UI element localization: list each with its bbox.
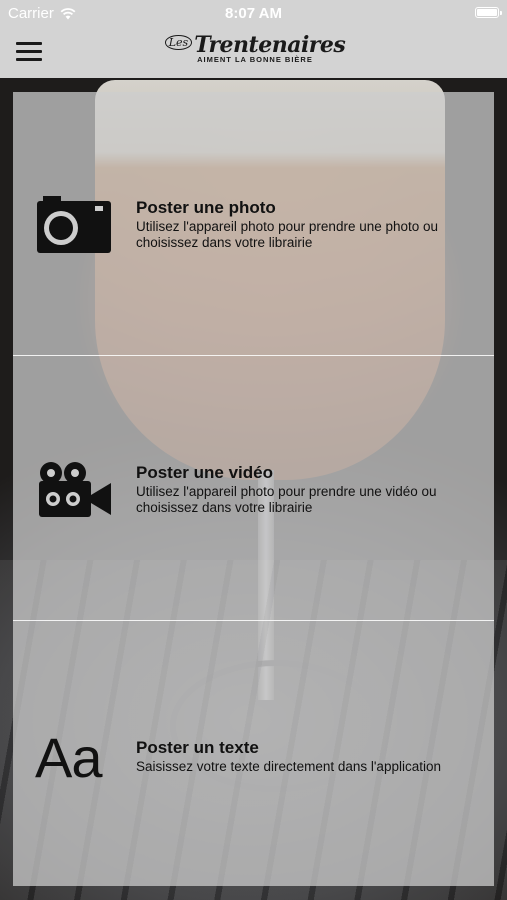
post-video-text: Poster une vidéo Utilisez l'appareil pho… — [136, 463, 486, 516]
post-text-text: Poster un texte Saisissez votre texte di… — [136, 738, 486, 775]
menu-line — [16, 42, 42, 45]
post-video-description: Utilisez l'appareil photo pour prendre u… — [136, 484, 437, 515]
post-photo-description: Utilisez l'appareil photo pour prendre u… — [136, 219, 439, 250]
video-camera-icon — [39, 462, 111, 517]
menu-line — [16, 50, 42, 53]
post-text-option[interactable]: Aa Poster un texte Saisissez votre texte… — [13, 621, 494, 886]
post-video-option[interactable]: Poster une vidéo Utilisez l'appareil pho… — [13, 356, 494, 620]
post-text-title: Poster un texte — [136, 738, 259, 757]
battery-icon — [475, 7, 502, 18]
battery-fill — [477, 9, 497, 16]
camera-icon — [37, 196, 111, 253]
post-photo-title: Poster une photo — [136, 198, 276, 217]
text-icon: Aa — [35, 726, 103, 789]
post-video-title: Poster une vidéo — [136, 463, 273, 482]
logo-les: Les — [164, 35, 193, 50]
clock: 8:07 AM — [225, 5, 282, 22]
post-options-panel: Poster une photo Utilisez l'appareil pho… — [13, 92, 494, 886]
hamburger-menu-icon[interactable] — [16, 42, 42, 64]
menu-line — [16, 58, 42, 61]
status-bar: Carrier 8:07 AM — [0, 0, 507, 28]
post-text-description: Saisissez votre texte directement dans l… — [136, 759, 441, 774]
navigation-bar: Les Trentenaires AIMENT LA BONNE BIÈRE — [0, 28, 507, 78]
post-photo-text: Poster une photo Utilisez l'appareil pho… — [136, 198, 486, 251]
app-logo: Les Trentenaires AIMENT LA BONNE BIÈRE — [164, 32, 346, 74]
post-photo-option[interactable]: Poster une photo Utilisez l'appareil pho… — [13, 92, 494, 355]
